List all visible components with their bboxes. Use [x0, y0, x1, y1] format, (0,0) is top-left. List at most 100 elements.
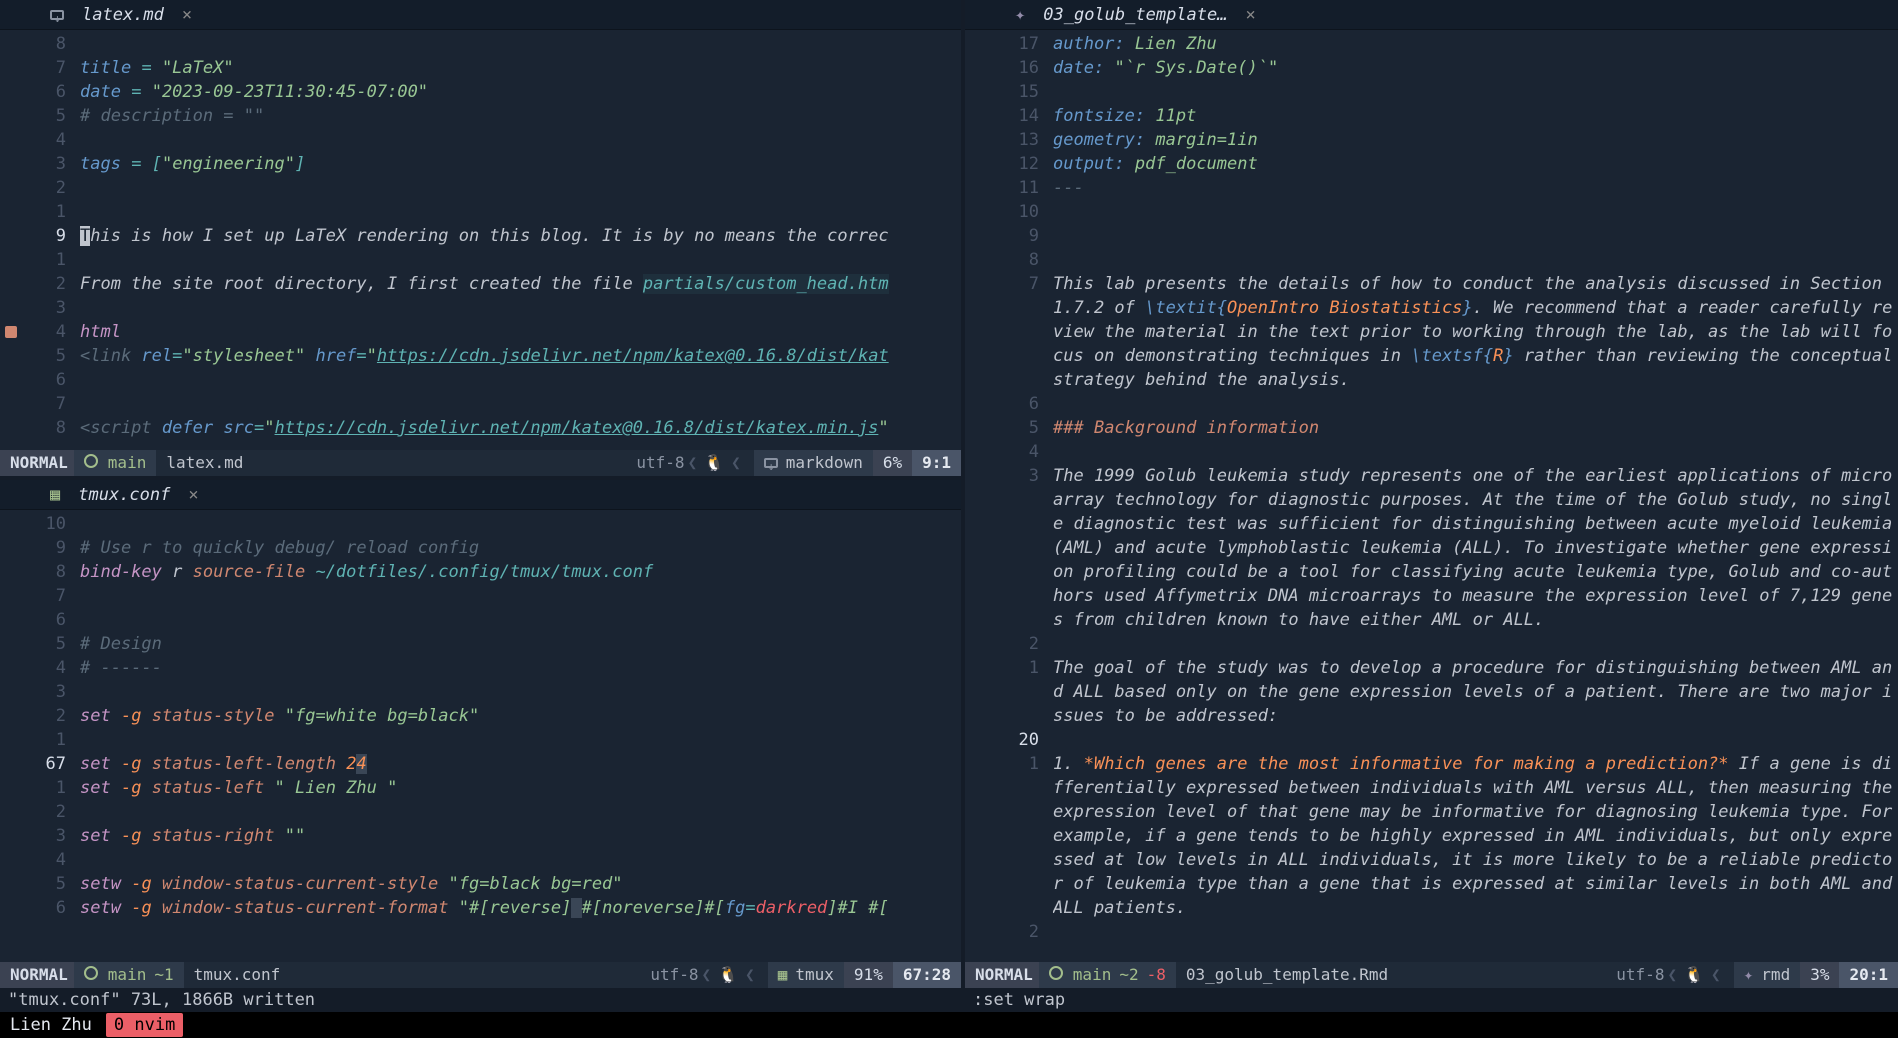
code-line[interactable]: 16date: "`r Sys.Date()`" — [965, 56, 1898, 80]
code-content[interactable] — [1053, 248, 1898, 272]
code-content[interactable]: title = "LaTeX" — [80, 56, 961, 80]
code-line[interactable]: 14fontsize: 11pt — [965, 104, 1898, 128]
code-content[interactable]: date = "2023-09-23T11:30:45-07:00" — [80, 80, 961, 104]
code-line[interactable]: 8 — [0, 32, 961, 56]
code-content[interactable] — [80, 200, 961, 224]
code-line[interactable]: 4html — [0, 320, 961, 344]
code-content[interactable]: bind-key r source-file ~/dotfiles/.confi… — [80, 560, 961, 584]
tab-filename[interactable]: tmux.conf — [78, 483, 170, 507]
code-line[interactable]: 6 — [0, 368, 961, 392]
code-content[interactable]: geometry: margin=1in — [1053, 128, 1898, 152]
code-line[interactable]: 1 — [0, 728, 961, 752]
code-content[interactable]: This lab presents the details of how to … — [1053, 272, 1898, 392]
tabbar-b[interactable]: ▦ tmux.conf × — [0, 480, 961, 510]
code-content[interactable]: 1. *Which genes are the most informative… — [1053, 752, 1898, 920]
code-line[interactable]: 1 — [0, 200, 961, 224]
code-line[interactable]: 3 — [0, 680, 961, 704]
buffer-a[interactable]: 87title = "LaTeX"6date = "2023-09-23T11:… — [0, 30, 961, 450]
code-content[interactable]: fontsize: 11pt — [1053, 104, 1898, 128]
code-content[interactable] — [1053, 200, 1898, 224]
code-content[interactable]: The 1999 Golub leukemia study represents… — [1053, 464, 1898, 632]
code-line[interactable]: 2 — [965, 920, 1898, 944]
code-content[interactable] — [80, 608, 961, 632]
code-content[interactable]: author: Lien Zhu — [1053, 32, 1898, 56]
code-line[interactable]: 10 — [965, 200, 1898, 224]
code-line[interactable]: 4 — [0, 848, 961, 872]
close-icon[interactable]: × — [182, 3, 192, 27]
code-line[interactable]: 2 — [0, 176, 961, 200]
code-line[interactable]: 1The goal of the study was to develop a … — [965, 656, 1898, 728]
code-content[interactable] — [1053, 920, 1898, 944]
code-content[interactable] — [1053, 80, 1898, 104]
code-line[interactable]: 3set -g status-right "" — [0, 824, 961, 848]
tab-filename[interactable]: 03_golub_template… — [1043, 3, 1227, 27]
code-line[interactable]: 4 — [965, 440, 1898, 464]
code-content[interactable]: date: "`r Sys.Date()`" — [1053, 56, 1898, 80]
code-line[interactable]: 2 — [965, 632, 1898, 656]
tabbar-c[interactable]: ✦ 03_golub_template… × — [965, 0, 1898, 30]
code-line[interactable]: 2 — [0, 800, 961, 824]
code-line[interactable]: 11. *Which genes are the most informativ… — [965, 752, 1898, 920]
code-content[interactable] — [80, 296, 961, 320]
code-content[interactable]: <script defer src="https://cdn.jsdelivr.… — [80, 416, 961, 440]
code-content[interactable]: # Use r to quickly debug/ reload config — [80, 536, 961, 560]
code-content[interactable]: # description = "" — [80, 104, 961, 128]
code-content[interactable] — [80, 128, 961, 152]
code-content[interactable]: output: pdf_document — [1053, 152, 1898, 176]
code-content[interactable] — [80, 728, 961, 752]
code-line[interactable]: 12output: pdf_document — [965, 152, 1898, 176]
code-line[interactable]: 1 — [0, 248, 961, 272]
code-line[interactable]: 2From the site root directory, I first c… — [0, 272, 961, 296]
code-content[interactable]: From the site root directory, I first cr… — [80, 272, 961, 296]
code-line[interactable]: 1set -g status-left " Lien Zhu " — [0, 776, 961, 800]
code-content[interactable] — [80, 392, 961, 416]
code-line[interactable]: 9 — [965, 224, 1898, 248]
code-line[interactable]: 4 — [0, 128, 961, 152]
code-content[interactable] — [80, 176, 961, 200]
code-content[interactable] — [80, 32, 961, 56]
code-line[interactable]: 5### Background information — [965, 416, 1898, 440]
code-line[interactable]: 3The 1999 Golub leukemia study represent… — [965, 464, 1898, 632]
code-content[interactable]: setw -g window-status-current-format "#[… — [80, 896, 961, 920]
code-line[interactable]: 5<link rel="stylesheet" href="https://cd… — [0, 344, 961, 368]
code-content[interactable] — [1053, 440, 1898, 464]
code-line[interactable]: 17author: Lien Zhu — [965, 32, 1898, 56]
close-icon[interactable]: × — [1245, 3, 1255, 27]
code-line[interactable]: 2set -g status-style "fg=white bg=black" — [0, 704, 961, 728]
code-content[interactable]: The goal of the study was to develop a p… — [1053, 656, 1898, 728]
code-content[interactable]: set -g status-left " Lien Zhu " — [80, 776, 961, 800]
code-content[interactable]: html — [80, 320, 961, 344]
code-content[interactable]: <link rel="stylesheet" href="https://cdn… — [80, 344, 961, 368]
code-line[interactable]: 11--- — [965, 176, 1898, 200]
code-line[interactable]: 3 — [0, 296, 961, 320]
buffer-b[interactable]: 109# Use r to quickly debug/ reload conf… — [0, 510, 961, 962]
code-content[interactable] — [80, 368, 961, 392]
code-content[interactable] — [1053, 728, 1898, 752]
code-content[interactable] — [1053, 392, 1898, 416]
code-content[interactable] — [80, 848, 961, 872]
code-line[interactable]: 5# Design — [0, 632, 961, 656]
code-content[interactable]: # Design — [80, 632, 961, 656]
code-content[interactable] — [80, 680, 961, 704]
code-line[interactable]: 15 — [965, 80, 1898, 104]
pane-latex[interactable]: latex.md × 87title = "LaTeX"6date = "202… — [0, 0, 961, 476]
close-icon[interactable]: × — [188, 483, 198, 507]
code-line[interactable]: 8bind-key r source-file ~/dotfiles/.conf… — [0, 560, 961, 584]
code-content[interactable] — [80, 584, 961, 608]
code-line[interactable]: 6 — [0, 608, 961, 632]
pane-tmuxconf[interactable]: ▦ tmux.conf × 109# Use r to quickly debu… — [0, 480, 961, 1012]
command-line[interactable]: :set wrap — [965, 988, 1898, 1012]
code-content[interactable]: set -g status-style "fg=white bg=black" — [80, 704, 961, 728]
code-content[interactable] — [80, 800, 961, 824]
code-line[interactable]: 6date = "2023-09-23T11:30:45-07:00" — [0, 80, 961, 104]
code-line[interactable]: 10 — [0, 512, 961, 536]
code-content[interactable]: ### Background information — [1053, 416, 1898, 440]
code-content[interactable]: --- — [1053, 176, 1898, 200]
code-line[interactable]: 3tags = ["engineering"] — [0, 152, 961, 176]
code-content[interactable]: # ------ — [80, 656, 961, 680]
code-line[interactable]: 20 — [965, 728, 1898, 752]
tab-filename[interactable]: latex.md — [82, 3, 164, 27]
code-line[interactable]: 6setw -g window-status-current-format "#… — [0, 896, 961, 920]
code-content[interactable]: set -g status-left-length 24 — [80, 752, 961, 776]
pane-rmd[interactable]: ✦ 03_golub_template… × 17author: Lien Zh… — [965, 0, 1898, 1012]
